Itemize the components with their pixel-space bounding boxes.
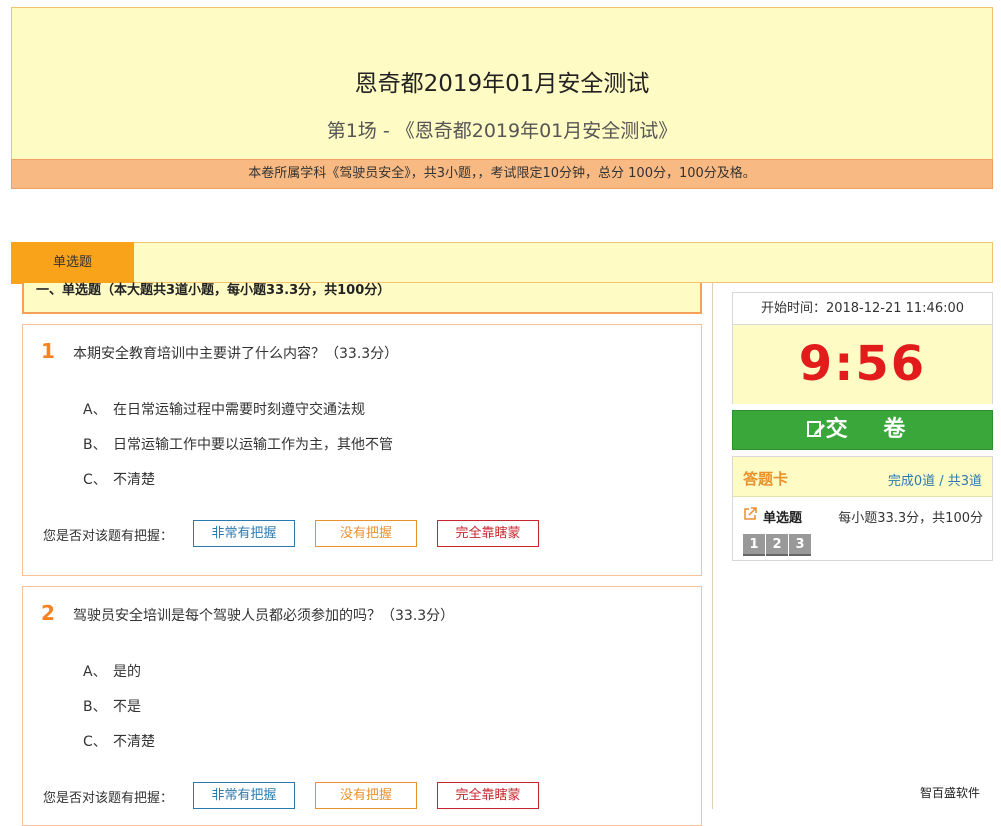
question-text: 本期安全教育培训中主要讲了什么内容？（33.3分） bbox=[73, 346, 399, 362]
question-jump-1[interactable]: 1 bbox=[743, 534, 765, 556]
submit-exam-button[interactable]: 交 卷 bbox=[732, 410, 993, 450]
start-time: 开始时间：2018-12-21 11:46:00 bbox=[733, 293, 992, 325]
very-sure-button[interactable]: 非常有把握 bbox=[193, 520, 295, 547]
option-letter: C、 bbox=[83, 472, 107, 488]
option-text: 不清楚 bbox=[113, 734, 155, 750]
answer-category-desc: 每小题33.3分，共100分 bbox=[838, 511, 983, 526]
option-letter: A、 bbox=[83, 402, 107, 418]
countdown-clock: 9:56 bbox=[733, 325, 992, 404]
question-card-2: 2 驾驶员安全培训是每个驾驶人员都必须参加的吗？（33.3分） A、 是的 B、不… bbox=[22, 586, 702, 826]
option-text: 在日常运输过程中需要时刻遵守交通法规 bbox=[113, 402, 365, 418]
column-divider bbox=[712, 283, 713, 809]
question-jump-2[interactable]: 2 bbox=[766, 534, 788, 556]
very-sure-button[interactable]: 非常有把握 bbox=[193, 782, 295, 809]
option-b[interactable]: B、 日常运输工作中要以运输工作为主，其他不管 bbox=[83, 434, 393, 454]
option-letter: A、 bbox=[83, 664, 107, 680]
edit-icon bbox=[806, 414, 826, 437]
option-text: 不清楚 bbox=[113, 472, 155, 488]
question-number: 1 bbox=[41, 339, 55, 363]
exam-title: 恩奇都2019年01月安全测试 bbox=[354, 71, 650, 97]
guess-button[interactable]: 完全靠瞎蒙 bbox=[437, 782, 539, 809]
question-card-1: 1 本期安全教育培训中主要讲了什么内容？（33.3分） A、 在日常运输过程中需要… bbox=[22, 324, 702, 576]
option-text: 是的 bbox=[113, 664, 141, 680]
option-b[interactable]: B、 不是 bbox=[83, 696, 141, 716]
question-number-grid: 123 bbox=[743, 533, 812, 556]
answer-category-name: 单选题 bbox=[763, 511, 803, 526]
answer-progress: 完成0道 / 共3道 bbox=[887, 474, 982, 489]
guess-button[interactable]: 完全靠瞎蒙 bbox=[437, 520, 539, 547]
submit-label: 交 卷 bbox=[825, 417, 920, 442]
option-a[interactable]: A、 是的 bbox=[83, 661, 141, 681]
not-sure-button[interactable]: 没有把握 bbox=[315, 782, 417, 809]
option-c[interactable]: C、 不清楚 bbox=[83, 469, 155, 489]
question-type-tabbar: 单选题 bbox=[11, 242, 993, 284]
question-jump-3[interactable]: 3 bbox=[789, 534, 811, 556]
question-number: 2 bbox=[41, 601, 55, 625]
exam-info-bar: 本卷所属学科《驾驶员安全》，共3小题，，考试限定10分钟，总分 100分，100… bbox=[11, 159, 993, 189]
option-text: 不是 bbox=[113, 699, 141, 715]
confidence-prompt: 您是否对该题有把握： bbox=[43, 791, 174, 806]
option-letter: B、 bbox=[83, 437, 107, 453]
option-letter: B、 bbox=[83, 699, 107, 715]
question-text: 驾驶员安全培训是每个驾驶人员都必须参加的吗？（33.3分） bbox=[73, 608, 455, 624]
answer-card-header: 答题卡 完成0道 / 共3道 bbox=[733, 457, 992, 497]
section-heading: 一、单选题（本大题共3道小题，每小题33.3分，共100分） bbox=[22, 283, 702, 314]
timer-panel: 开始时间：2018-12-21 11:46:00 9:56 bbox=[732, 292, 993, 404]
option-letter: C、 bbox=[83, 734, 107, 750]
option-c[interactable]: C、 不清楚 bbox=[83, 731, 155, 751]
confidence-prompt: 您是否对该题有把握： bbox=[43, 529, 174, 544]
not-sure-button[interactable]: 没有把握 bbox=[315, 520, 417, 547]
tab-single-choice[interactable]: 单选题 bbox=[11, 242, 134, 284]
exam-subtitle: 第1场 - 《恩奇都2019年01月安全测试》 bbox=[326, 120, 678, 142]
option-text: 日常运输工作中要以运输工作为主，其他不管 bbox=[113, 437, 393, 453]
answer-card-title: 答题卡 bbox=[743, 470, 789, 488]
external-link-icon[interactable] bbox=[743, 507, 757, 521]
exam-header: 恩奇都2019年01月安全测试 第1场 - 《恩奇都2019年01月安全测试》 … bbox=[11, 7, 993, 189]
watermark: 智百盛软件 bbox=[920, 786, 981, 800]
answer-card: 答题卡 完成0道 / 共3道 单选题 每小题33.3分，共100分 123 bbox=[732, 456, 993, 561]
option-a[interactable]: A、 在日常运输过程中需要时刻遵守交通法规 bbox=[83, 399, 365, 419]
